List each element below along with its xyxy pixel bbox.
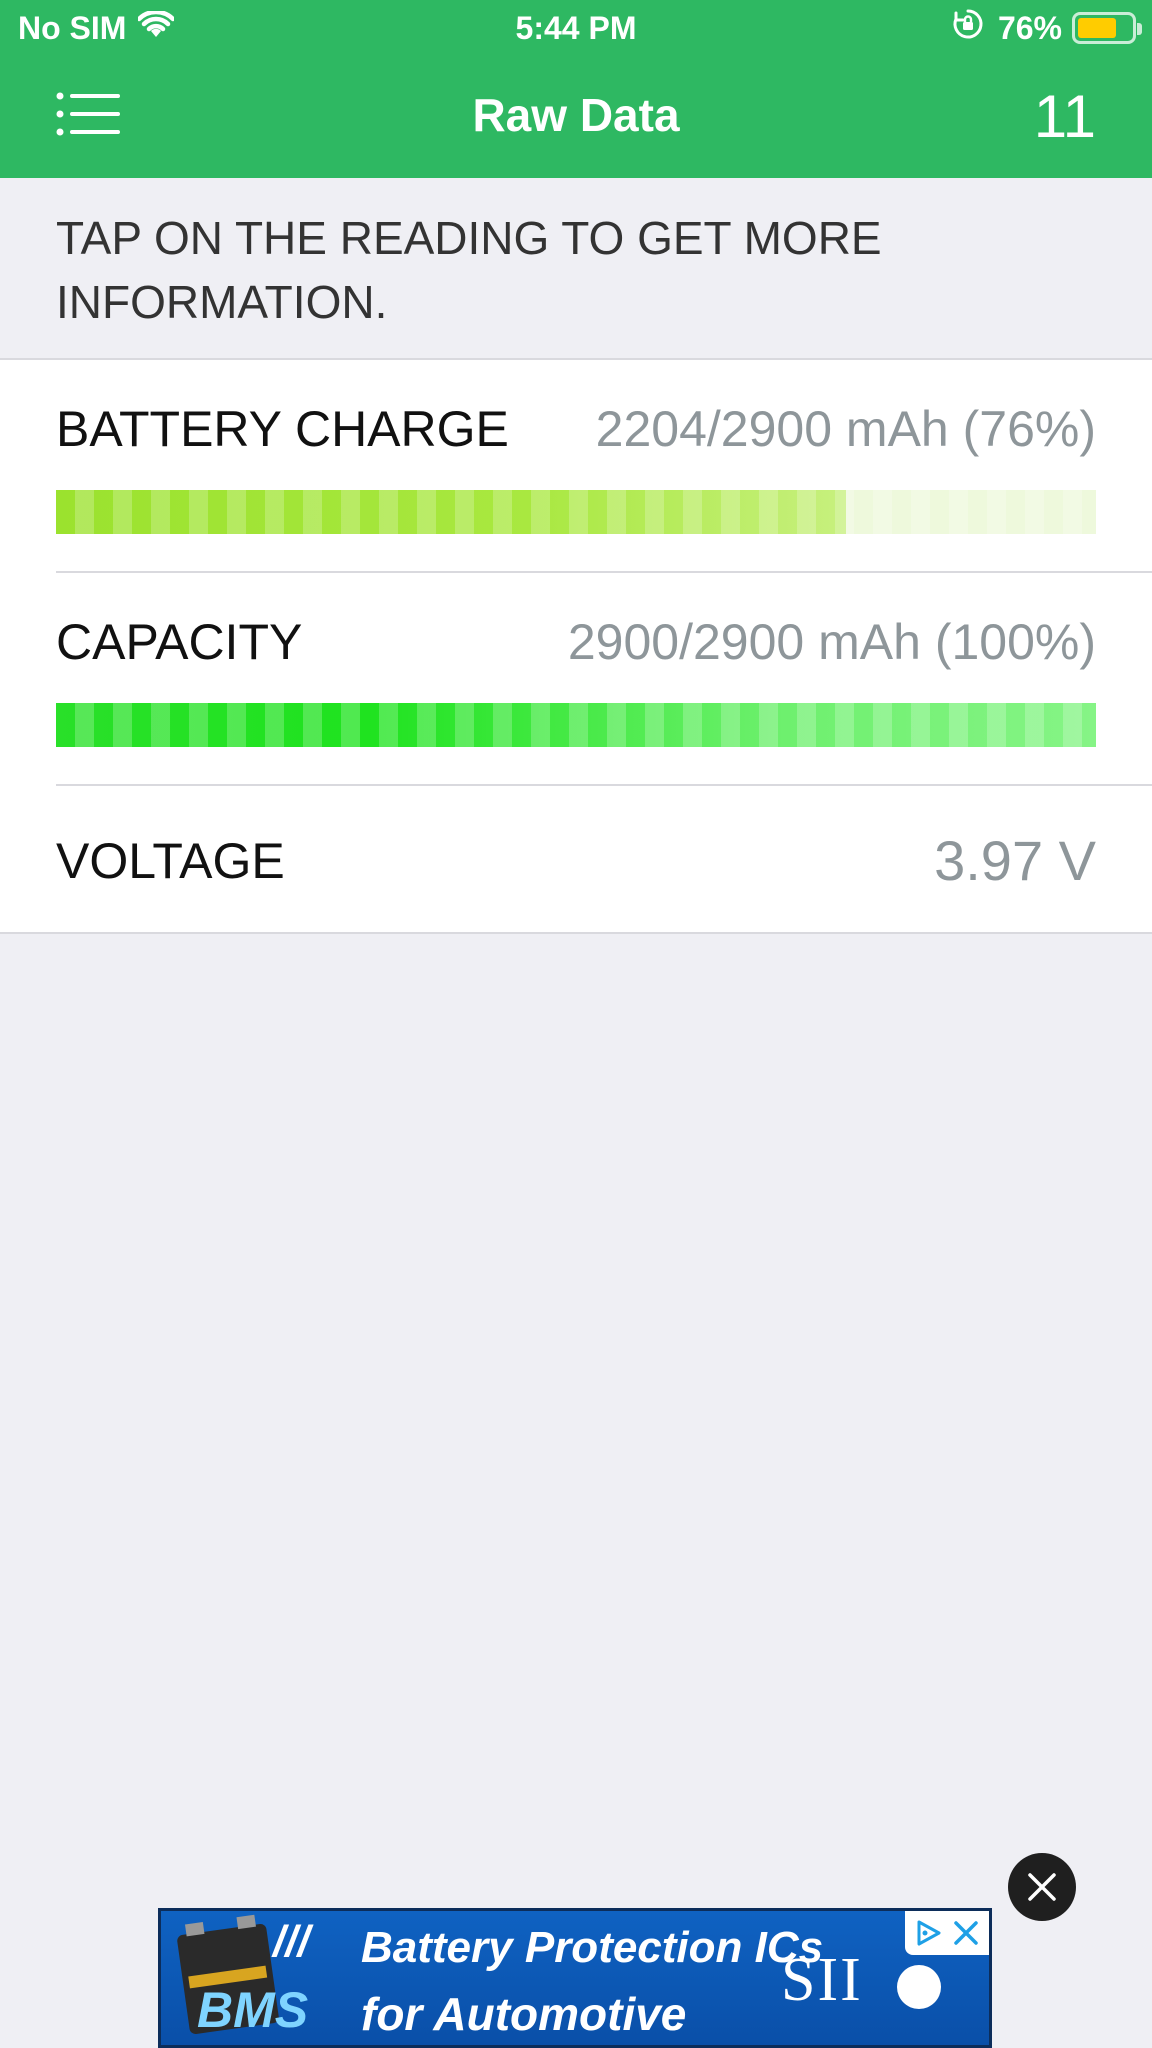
battery-charge-label: BATTERY CHARGE (56, 401, 509, 457)
ad-choices-icon[interactable] (905, 1911, 989, 1955)
voltage-row[interactable]: VOLTAGE 3.97 V (0, 786, 1152, 932)
capacity-bar (56, 703, 1096, 747)
ad-decoration: /// (273, 1917, 310, 1966)
readings-list: BATTERY CHARGE 2204/2900 mAh (76%) CAPAC… (0, 358, 1152, 934)
battery-charge-bar (56, 490, 1096, 534)
battery-charge-value: 2204/2900 mAh (76%) (595, 401, 1096, 457)
voltage-label: VOLTAGE (56, 833, 285, 889)
instruction-text: TAP ON THE READING TO GET MORE INFORMATI… (56, 212, 882, 328)
battery-percent: 76% (997, 9, 1062, 46)
status-bar: No SIM 5:44 PM 76% (0, 0, 1152, 58)
battery-icon (1072, 12, 1142, 44)
capacity-value: 2900/2900 mAh (100%) (567, 614, 1096, 670)
capacity-label: CAPACITY (56, 614, 303, 670)
reading-count-button[interactable]: 11 (1034, 82, 1096, 151)
capacity-row[interactable]: CAPACITY 2900/2900 mAh (100%) (0, 573, 1152, 786)
ad-brand-dot (897, 1965, 941, 2009)
orientation-lock-icon (952, 8, 984, 48)
close-icon (1028, 1873, 1056, 1901)
voltage-value: 3.97 V (934, 829, 1096, 892)
ad-subheadline: for Automotive (361, 1988, 687, 2040)
app-header: No SIM 5:44 PM 76% Raw Data 11 (0, 0, 1152, 178)
battery-level-fill (1078, 18, 1117, 38)
navigation-bar: Raw Data 11 (0, 58, 1152, 178)
page-title: Raw Data (472, 89, 680, 141)
ad-tag: BMS (197, 1982, 309, 2038)
close-icon (954, 1921, 978, 1945)
ad-close-button[interactable] (1008, 1853, 1076, 1921)
ad-headline: Battery Protection ICs (361, 1923, 824, 1972)
ad-brand: SII (781, 1946, 863, 2014)
ad-banner[interactable]: /// Battery Protection ICs BMS for Autom… (158, 1908, 992, 2048)
battery-charge-row[interactable]: BATTERY CHARGE 2204/2900 mAh (76%) (0, 360, 1152, 573)
